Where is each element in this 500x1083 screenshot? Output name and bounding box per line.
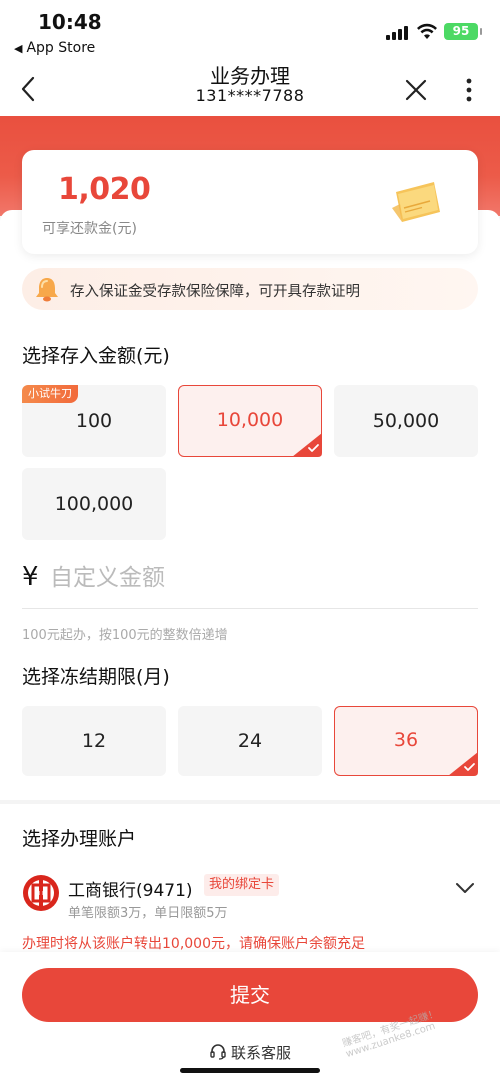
wifi-icon: [417, 23, 437, 39]
account-title: 选择办理账户: [22, 828, 137, 850]
term-option-24[interactable]: 24: [178, 706, 322, 776]
transfer-warning: 办理时将从该账户转出10,000元，请确保账户余额充足: [22, 936, 365, 952]
deposit-insurance-notice: 存入保证金受存款保险保障，可开具存款证明: [22, 268, 478, 310]
status-time: 10:48: [38, 10, 102, 34]
back-triangle-icon: ◀: [14, 42, 23, 55]
amount-option-label: 50,000: [372, 410, 440, 432]
term-option-36[interactable]: 36: [334, 706, 478, 776]
amount-option-10000[interactable]: 10,000: [178, 385, 322, 457]
trial-tag: 小试牛刀: [22, 385, 78, 403]
selected-check-icon: [448, 752, 478, 776]
contact-service-link[interactable]: 联系客服: [0, 1042, 500, 1063]
close-icon[interactable]: [404, 78, 428, 102]
back-app-label: App Store: [26, 40, 96, 56]
bell-icon: [36, 278, 58, 302]
term-option-label: 24: [237, 730, 263, 752]
battery-indicator: 95: [444, 23, 482, 40]
selected-check-icon: [292, 433, 322, 457]
back-to-app-store[interactable]: ◀ App Store: [14, 40, 95, 56]
home-indicator: [180, 1068, 320, 1073]
more-options-icon[interactable]: [462, 76, 476, 104]
bank-limit-text: 单笔限额3万，单日限额5万: [68, 906, 228, 921]
chevron-down-icon[interactable]: [454, 880, 476, 896]
repayment-amount-value: 1,020: [58, 172, 151, 207]
deposit-amount-title: 选择存入金额(元): [22, 345, 170, 367]
icbc-bank-logo-icon: [23, 875, 59, 911]
freeze-term-title: 选择冻结期限(月): [22, 666, 170, 688]
amount-option-label: 10,000: [216, 409, 284, 431]
term-option-label: 36: [393, 729, 419, 751]
notice-text: 存入保证金受存款保险保障，可开具存款证明: [70, 284, 360, 300]
yuan-symbol: ¥: [22, 562, 39, 592]
contact-service-label: 联系客服: [230, 1044, 291, 1062]
term-option-12[interactable]: 12: [22, 706, 166, 776]
input-divider: [22, 608, 478, 609]
amount-hint: 100元起办，按100元的整数倍递增: [22, 628, 228, 643]
term-option-label: 12: [81, 730, 107, 752]
gold-card-icon: [392, 182, 440, 222]
bank-name: 工商银行(9471): [68, 881, 193, 901]
bound-card-tag: 我的绑定卡: [204, 874, 280, 896]
amount-option-100000[interactable]: 100,000: [22, 468, 166, 540]
headset-icon: [210, 1044, 226, 1060]
repayment-amount-label: 可享还款金(元): [42, 221, 137, 237]
status-bar: 10:48 ◀ App Store 95: [0, 0, 500, 64]
amount-option-100[interactable]: 小试牛刀 100: [22, 385, 166, 457]
nav-bar: 业务办理 131****7788: [0, 64, 500, 116]
repayment-amount-card: 1,020 可享还款金(元): [22, 150, 478, 254]
custom-amount-input[interactable]: [50, 558, 470, 598]
amount-option-label: 100: [75, 410, 113, 432]
amount-option-label: 100,000: [54, 493, 134, 515]
cellular-signal-icon: [386, 26, 408, 40]
amount-option-50000[interactable]: 50,000: [334, 385, 478, 457]
